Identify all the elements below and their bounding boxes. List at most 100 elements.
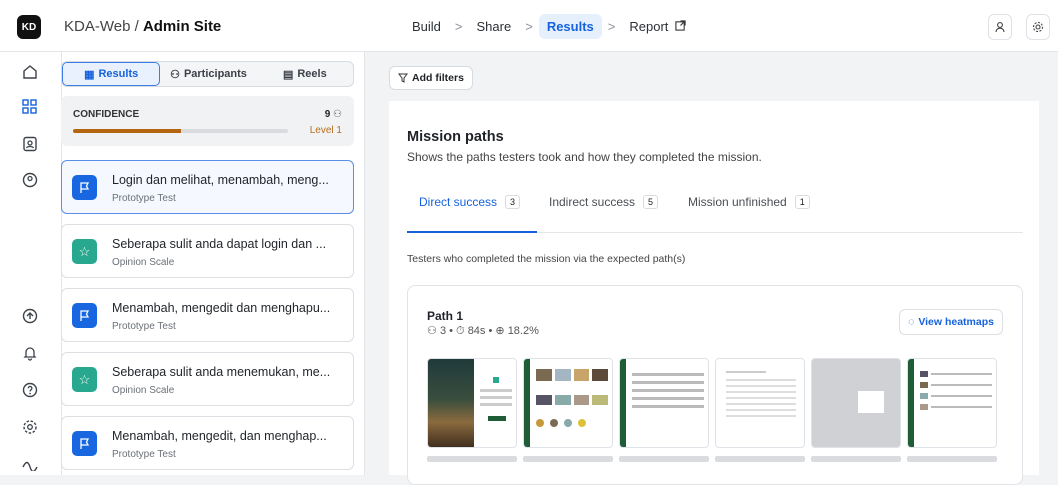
question-title: Seberapa sulit anda dapat login dan ... <box>112 237 327 251</box>
question-card[interactable]: Menambah, mengedit, dan menghap... Proto… <box>61 416 354 470</box>
add-filters-label: Add filters <box>412 72 464 84</box>
upload-icon[interactable] <box>19 305 41 327</box>
next-row-thumbnail <box>427 456 517 462</box>
filter-icon <box>398 73 408 83</box>
step-report[interactable]: Report <box>621 14 694 39</box>
top-bar: KD KDA-Web / Admin Site Build > Share > … <box>0 0 1058 52</box>
path-time: 84s <box>467 325 486 337</box>
tab-mission-unfinished-label: Mission unfinished <box>688 195 787 209</box>
path-card: Path 1 ⚇ 3 • ⏱ 84s • ⊕ 18.2% ◌ View heat… <box>407 285 1023 485</box>
settings-button[interactable] <box>1026 14 1050 40</box>
app-sidebar-mock <box>620 359 626 447</box>
star-icon: ☆ <box>72 367 97 392</box>
tab-count-badge: 5 <box>643 195 659 209</box>
film-icon: ▤ <box>282 68 294 81</box>
screen-thumbnail[interactable] <box>715 358 805 448</box>
step-build[interactable]: Build <box>404 14 449 39</box>
step-results[interactable]: Results <box>538 14 602 39</box>
bell-icon[interactable] <box>19 342 41 364</box>
user-pin-icon[interactable] <box>19 169 41 191</box>
tab-indirect-success[interactable]: Indirect success 5 <box>549 195 659 233</box>
confidence-level: Level 1 <box>309 125 342 136</box>
nav-rail <box>0 52 62 475</box>
next-row-thumbnail <box>907 456 997 462</box>
people-icon: ⚇ <box>333 109 342 120</box>
sparkles-icon[interactable] <box>19 452 41 474</box>
tab-direct-success-label: Direct success <box>419 195 498 209</box>
path-rate: 18.2% <box>507 325 539 337</box>
question-card[interactable]: ☆ Seberapa sulit anda dapat login dan ..… <box>61 224 354 278</box>
tab-description: Testers who completed the mission via th… <box>407 253 686 265</box>
question-type: Prototype Test <box>112 449 176 460</box>
step-separator: > <box>607 19 616 34</box>
timer-icon: ⏱ <box>456 325 465 337</box>
path-stats: ⚇ 3 • ⏱ 84s • ⊕ 18.2% <box>427 325 539 337</box>
tab-direct-success[interactable]: Direct success 3 <box>407 195 537 233</box>
table-mock <box>920 371 992 410</box>
screen-thumbnail[interactable] <box>907 358 997 448</box>
confidence-label: CONFIDENCE <box>73 109 140 120</box>
step-share[interactable]: Share <box>469 14 520 39</box>
login-form-mock <box>480 377 512 421</box>
tab-results[interactable]: ▦ Results <box>62 62 161 86</box>
confidence-card: CONFIDENCE 9 ⚇ Level 1 <box>61 96 354 146</box>
zoom-icon: ⊕ <box>495 325 505 337</box>
question-title: Login dan melihat, menambah, meng... <box>112 173 329 187</box>
confidence-count: 9 ⚇ <box>325 109 342 120</box>
screen-thumbnail[interactable] <box>619 358 709 448</box>
next-row-thumbnail <box>715 456 805 462</box>
tab-indirect-success-label: Indirect success <box>549 195 636 209</box>
settings-icon[interactable] <box>19 416 41 438</box>
breadcrumb: KDA-Web / Admin Site <box>64 18 221 35</box>
step-report-label: Report <box>629 19 669 34</box>
question-card[interactable]: ☆ Seberapa sulit anda menemukan, me... O… <box>61 352 354 406</box>
question-card[interactable]: Login dan melihat, menambah, meng... Pro… <box>61 160 354 214</box>
next-row-thumbnail <box>619 456 709 462</box>
question-title: Seberapa sulit anda menemukan, me... <box>112 365 331 379</box>
step-separator: > <box>525 19 533 34</box>
profile-button[interactable] <box>988 14 1012 40</box>
confidence-progress-fill <box>73 129 181 133</box>
form-mock <box>726 371 796 417</box>
question-title: Menambah, mengedit, dan menghap... <box>112 429 327 443</box>
tab-mission-unfinished[interactable]: Mission unfinished 1 <box>688 195 810 233</box>
tab-count-badge: 3 <box>505 195 521 209</box>
tab-reels-label: Reels <box>297 68 327 80</box>
mission-panel: Mission paths Shows the paths testers to… <box>389 101 1039 485</box>
contacts-icon[interactable] <box>19 133 41 155</box>
confidence-progress <box>73 129 288 133</box>
path-name: Path 1 <box>427 309 464 323</box>
list-mock <box>632 373 704 408</box>
mission-tabs: Direct success 3 Indirect success 5 Miss… <box>407 195 1023 233</box>
grid-icon[interactable] <box>19 96 41 118</box>
screen-thumbnail[interactable] <box>811 358 901 448</box>
view-heatmaps-button[interactable]: ◌ View heatmaps <box>899 309 1003 335</box>
chart-icon: ▦ <box>84 68 95 81</box>
question-card[interactable]: Menambah, mengedit dan menghapu... Proto… <box>61 288 354 342</box>
home-icon[interactable] <box>19 61 41 83</box>
tab-count-badge: 1 <box>794 195 810 209</box>
tab-participants[interactable]: ⚇ Participants <box>160 62 256 86</box>
modal-mock <box>858 391 884 413</box>
help-icon[interactable] <box>19 379 41 401</box>
next-row-thumbnail <box>811 456 901 462</box>
question-title: Menambah, mengedit dan menghapu... <box>112 301 331 315</box>
flag-icon <box>72 431 97 456</box>
next-row-thumbnail <box>523 456 613 462</box>
question-type: Opinion Scale <box>112 385 175 396</box>
mission-title: Mission paths <box>407 129 504 145</box>
workspace-logo[interactable]: KD <box>17 15 41 39</box>
screen-thumbnail[interactable] <box>523 358 613 448</box>
add-filters-button[interactable]: Add filters <box>389 66 473 90</box>
people-icon: ⚇ <box>427 325 437 337</box>
flag-icon <box>72 303 97 328</box>
confidence-count-value: 9 <box>324 109 331 120</box>
question-type: Prototype Test <box>112 193 176 204</box>
project-name[interactable]: KDA-Web <box>64 18 130 35</box>
user-icon <box>995 22 1005 33</box>
tab-reels[interactable]: ▤ Reels <box>257 62 353 86</box>
step-separator: > <box>454 19 463 34</box>
screen-thumbnail[interactable] <box>427 358 517 448</box>
external-link-icon <box>675 20 686 31</box>
temple-photo <box>428 359 474 447</box>
